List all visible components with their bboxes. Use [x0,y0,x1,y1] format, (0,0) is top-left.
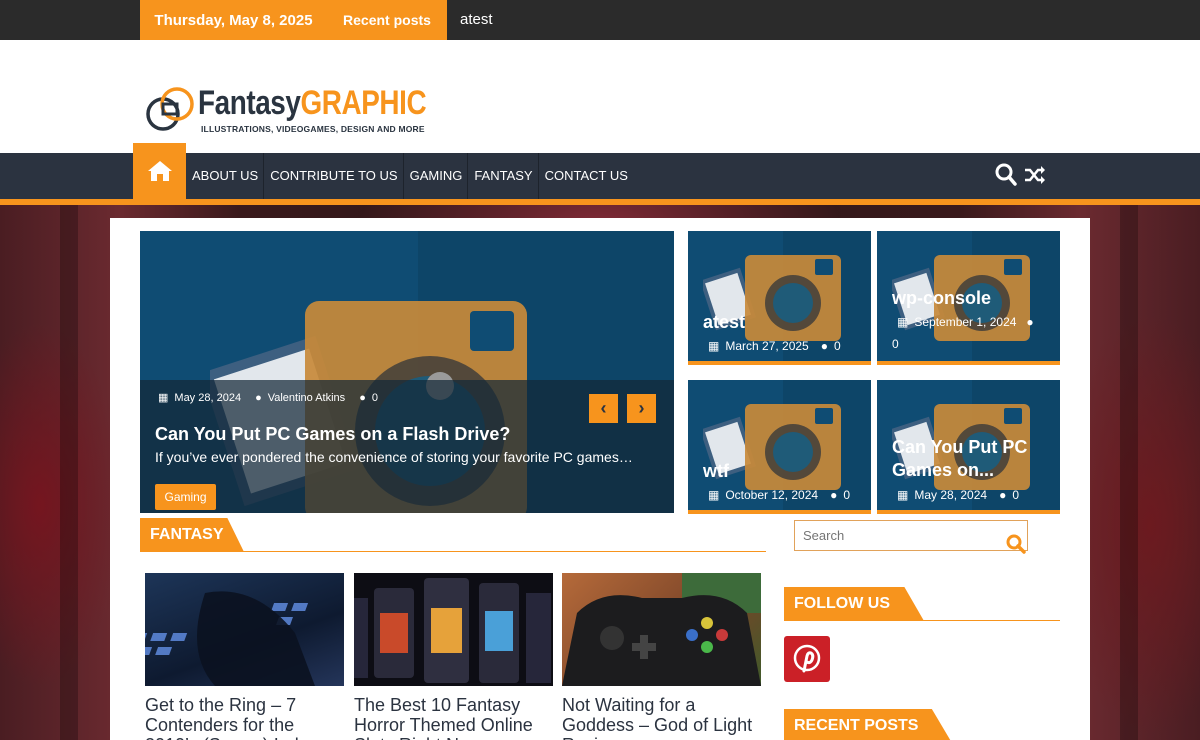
small-post-title[interactable]: atest [703,311,745,334]
featured-date[interactable]: May 28, 2024 [174,392,241,404]
post-title[interactable]: Get to the Ring – 7 Contenders for the 2… [145,695,345,740]
home-icon [147,161,172,181]
nav-item-contribute[interactable]: CONTRIBUTE TO US [264,153,404,199]
featured-meta: ▦ May 28, 2024 ● Valentino Atkins ● 0 [158,391,378,405]
logo-tagline: ILLUSTRATIONS, VIDEOGAMES, DESIGN AND MO… [201,124,425,134]
small-post-comments[interactable]: 0 [1012,488,1019,502]
background-stripe [60,205,78,740]
small-post-comments[interactable]: 0 [892,337,1047,351]
small-post-meta: ▦ October 12, 2024 ● 0 [708,488,850,502]
logo-mark-icon [146,87,194,131]
follow-us-label: FOLLOW US [784,587,924,621]
small-post-meta: ▦ March 27, 2025 ● 0 [708,339,841,353]
calendar-icon: ▦ [708,339,720,353]
nav-item-contact-us[interactable]: CONTACT US [539,153,633,199]
pinterest-button[interactable] [784,636,830,682]
logo-wordmark: FantasyGRAPHIC [198,84,427,123]
tile-accent-line [877,361,1060,365]
current-date: Thursday, May 8, 2025 [140,0,327,40]
pinterest-icon [793,644,821,673]
recent-posts-label: Recent posts [327,0,447,40]
sidebar-search-input[interactable] [794,520,1028,551]
keyboard-image [145,591,315,686]
featured-excerpt: If you’ve ever pondered the convenience … [155,449,633,465]
comment-icon: ● [1026,315,1034,329]
slider-prev-button[interactable]: ‹ [589,394,618,423]
chevron-left-icon: ‹ [600,398,607,418]
post-thumbnail[interactable] [354,573,553,686]
small-post-date[interactable]: May 28, 2024 [914,488,987,502]
post-title[interactable]: The Best 10 Fantasy Horror Themed Online… [354,695,554,740]
recent-posts-label: RECENT POSTS [784,709,952,740]
chevron-right-icon: › [638,398,645,418]
follow-us-heading: FOLLOW US [784,587,1060,621]
featured-author[interactable]: Valentino Atkins [268,392,345,404]
search-icon[interactable] [1006,534,1026,554]
small-post-date[interactable]: September 1, 2024 [914,315,1016,329]
slider-next-button[interactable]: › [627,394,656,423]
small-post-date[interactable]: October 12, 2024 [725,488,818,502]
post-thumbnail[interactable] [562,573,761,686]
calendar-icon: ▦ [897,488,909,502]
section-rule [140,551,766,552]
fantasy-section-heading: FANTASY [140,518,766,552]
logo-word-fantasy: Fantasy [198,84,301,122]
nav-item-about-us[interactable]: ABOUT US [186,153,265,199]
shuffle-icon[interactable] [1024,164,1046,186]
nav-menu: ABOUT US CONTRIBUTE TO US GAMING FANTASY… [186,153,633,199]
post-title[interactable]: Not Waiting for a Goddess – God of Light… [562,695,762,740]
featured-category-badge[interactable]: Gaming [155,484,216,510]
comment-icon: ● [999,488,1007,502]
user-icon: ● [255,391,262,404]
search-icon[interactable] [995,163,1017,187]
small-post-title[interactable]: wtf [703,460,729,483]
calendar-icon: ▦ [708,488,720,502]
small-post-comments[interactable]: 0 [834,339,841,353]
tile-accent-line [877,510,1060,514]
tile-accent-line [688,361,871,365]
comment-icon: ● [830,488,838,502]
calendar-icon: ▦ [897,315,909,329]
tile-accent-line [688,510,871,514]
small-post-comments[interactable]: 0 [843,488,850,502]
game-controller-image [562,573,761,686]
nav-item-fantasy[interactable]: FANTASY [468,153,539,199]
small-post-meta: ▦ May 28, 2024 ● 0 [897,488,1019,502]
section-rule [784,620,1060,621]
post-thumbnail[interactable] [145,573,344,686]
slot-machines-image [354,578,551,683]
nav-accent-line [0,199,1200,205]
recent-posts-heading: RECENT POSTS [784,709,1060,740]
fantasy-heading-label[interactable]: FANTASY [140,518,244,552]
featured-title[interactable]: Can You Put PC Games on a Flash Drive? [155,424,510,445]
comment-icon: ● [820,339,828,353]
logo-word-graphic: GRAPHIC [300,84,427,122]
calendar-icon: ▦ [158,392,169,404]
featured-comments[interactable]: 0 [372,392,378,404]
site-logo[interactable]: FantasyGRAPHIC ILLUSTRATIONS, VIDEOGAMES… [145,84,427,136]
background-stripe [1120,205,1138,740]
ticker-link[interactable]: atest [460,0,493,40]
small-post-meta: ▦ September 1, 2024 ● 0 [892,315,1052,351]
nav-item-gaming[interactable]: GAMING [404,153,469,199]
small-post-title[interactable]: Can You Put PC Games on... [892,436,1042,482]
home-button[interactable] [133,143,186,199]
small-post-title[interactable]: wp-console [892,287,991,310]
small-post-date[interactable]: March 27, 2025 [725,339,808,353]
comment-icon: ● [359,391,366,404]
